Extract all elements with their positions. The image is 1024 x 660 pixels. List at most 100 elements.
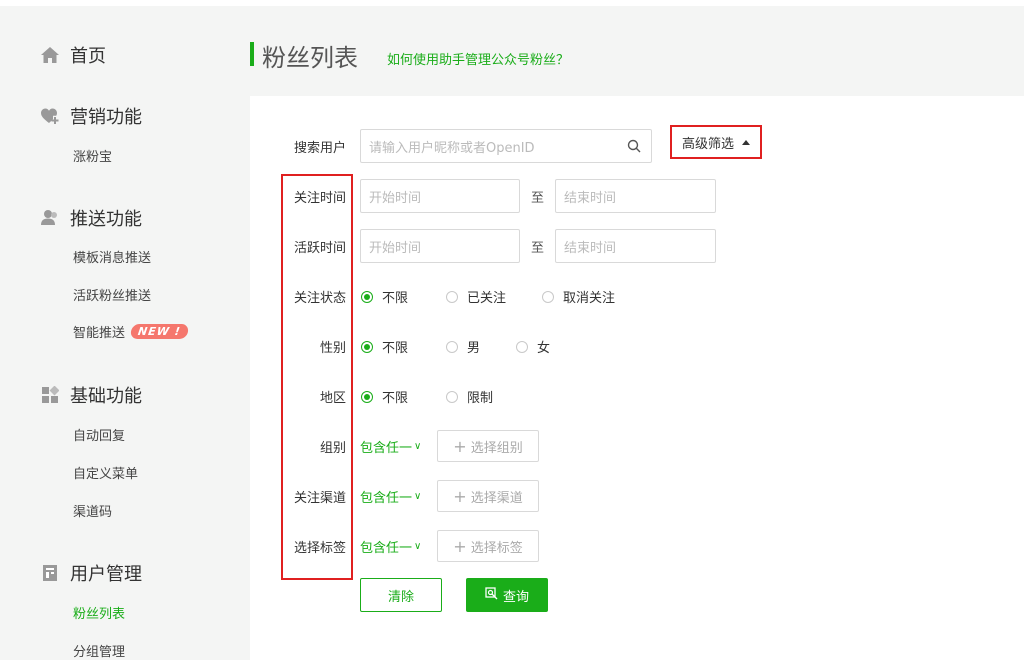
button-label: 选择组别 bbox=[470, 440, 523, 456]
active-time-end-input[interactable]: 结束时间 bbox=[555, 229, 716, 263]
placeholder: 开始时间 bbox=[369, 190, 422, 206]
chevron-down-icon: ∨ bbox=[414, 441, 422, 452]
title-accent-bar bbox=[250, 42, 254, 66]
placeholder: 结束时间 bbox=[564, 240, 617, 256]
radio-dot bbox=[361, 290, 373, 303]
query-button[interactable]: 查询 bbox=[466, 578, 548, 612]
sidebar-item-label: 模板消息推送 bbox=[73, 251, 152, 266]
sidebar-item-fan-boost[interactable]: 涨粉宝 bbox=[73, 146, 112, 165]
gender-label: 性别 bbox=[319, 341, 346, 356]
active-time-label: 活跃时间 bbox=[293, 241, 346, 256]
radio-label: 男 bbox=[467, 341, 481, 356]
home-icon bbox=[40, 45, 60, 65]
sidebar-item-fan-list[interactable]: 粉丝列表 bbox=[73, 603, 125, 622]
search-label: 搜索用户 bbox=[293, 141, 346, 156]
plus-icon: + bbox=[453, 536, 467, 556]
sidebar-item-label: 活跃粉丝推送 bbox=[73, 289, 152, 304]
search-input[interactable]: 请输入用户昵称或者OpenID bbox=[360, 129, 652, 163]
sidebar-item-label: 智能推送 bbox=[73, 326, 126, 341]
radio-label: 不限 bbox=[382, 291, 409, 306]
sidebar-item-active-push[interactable]: 活跃粉丝推送 bbox=[73, 285, 151, 304]
radio-label: 不限 bbox=[382, 341, 409, 356]
select-channel-button[interactable]: + 选择渠道 bbox=[437, 480, 539, 512]
radio-label: 已关注 bbox=[467, 291, 507, 306]
channel-match-dropdown[interactable]: 包含任一 ∨ bbox=[360, 487, 421, 506]
range-separator: 至 bbox=[531, 241, 545, 256]
heart-plus-icon bbox=[40, 106, 60, 126]
tags-match-dropdown[interactable]: 包含任一 ∨ bbox=[360, 537, 421, 556]
clear-button[interactable]: 清除 bbox=[360, 578, 442, 612]
nav-home-label: 首页 bbox=[70, 46, 106, 67]
match-mode: 包含任一 bbox=[360, 541, 413, 556]
sidebar-item-label: 分组管理 bbox=[73, 645, 126, 660]
sidebar-item-label: 涨粉宝 bbox=[73, 150, 113, 165]
sidebar-item-auto-reply[interactable]: 自动回复 bbox=[73, 425, 125, 444]
group-match-dropdown[interactable]: 包含任一 ∨ bbox=[360, 437, 421, 456]
new-badge: NEW ! bbox=[129, 324, 189, 339]
follow-time-end-input[interactable]: 结束时间 bbox=[555, 179, 716, 213]
caret-up-icon bbox=[742, 139, 750, 145]
active-time-start-input[interactable]: 开始时间 bbox=[360, 229, 520, 263]
follow-status-label: 关注状态 bbox=[293, 291, 346, 306]
group-label: 组别 bbox=[319, 441, 346, 456]
placeholder: 开始时间 bbox=[369, 240, 422, 256]
grid-icon bbox=[40, 385, 60, 405]
sidebar-item-label: 自动回复 bbox=[73, 429, 126, 444]
page-title: 粉丝列表 bbox=[262, 44, 358, 72]
sidebar-item-label: 自定义菜单 bbox=[73, 467, 139, 482]
nav-group-push: 推送功能 bbox=[40, 205, 142, 231]
button-label: 选择渠道 bbox=[470, 490, 523, 506]
nav-home[interactable]: 首页 bbox=[40, 42, 106, 68]
sidebar-item-channel-code[interactable]: 渠道码 bbox=[73, 501, 112, 520]
radio-restricted[interactable]: 限制 bbox=[446, 387, 493, 406]
radio-unlimited[interactable]: 不限 bbox=[361, 387, 446, 406]
tags-label: 选择标签 bbox=[293, 541, 346, 556]
radio-dot bbox=[361, 340, 373, 353]
advanced-filter-button[interactable]: 高级筛选 bbox=[670, 125, 762, 159]
radio-dot bbox=[516, 340, 528, 353]
radio-female[interactable]: 女 bbox=[516, 337, 550, 356]
sidebar-item-template-push[interactable]: 模板消息推送 bbox=[73, 247, 151, 266]
match-mode: 包含任一 bbox=[360, 491, 413, 506]
chevron-down-icon: ∨ bbox=[414, 491, 422, 502]
button-label: 选择标签 bbox=[470, 540, 523, 556]
highlight-box bbox=[281, 174, 353, 580]
search-placeholder: 请输入用户昵称或者OpenID bbox=[369, 140, 535, 156]
region-radios: 不限 限制 bbox=[361, 387, 493, 406]
nav-group-label: 营销功能 bbox=[70, 107, 142, 128]
search-icon[interactable] bbox=[627, 139, 641, 153]
nav-group-label: 用户管理 bbox=[70, 564, 142, 585]
radio-dot bbox=[446, 340, 458, 353]
radio-unlimited[interactable]: 不限 bbox=[361, 337, 446, 356]
follow-status-radios: 不限 已关注 取消关注 bbox=[361, 287, 615, 306]
radio-followed[interactable]: 已关注 bbox=[446, 287, 542, 306]
sidebar-item-label: 粉丝列表 bbox=[73, 607, 126, 622]
channel-label: 关注渠道 bbox=[293, 491, 346, 506]
nav-group-label: 推送功能 bbox=[70, 209, 142, 230]
help-link[interactable]: 如何使用助手管理公众号粉丝？ bbox=[387, 49, 569, 68]
radio-unfollowed[interactable]: 取消关注 bbox=[542, 287, 615, 306]
advanced-filter-label: 高级筛选 bbox=[681, 136, 734, 152]
radio-label: 取消关注 bbox=[563, 291, 616, 306]
nav-group-users: 用户管理 bbox=[40, 560, 142, 586]
select-tags-button[interactable]: + 选择标签 bbox=[437, 530, 539, 562]
radio-male[interactable]: 男 bbox=[446, 337, 516, 356]
sidebar: 首页 营销功能 涨粉宝 推送功能 模板消息推送 活跃粉丝推送 智能推送 NEW … bbox=[0, 6, 230, 660]
chevron-down-icon: ∨ bbox=[414, 541, 422, 552]
follow-time-label: 关注时间 bbox=[293, 191, 346, 206]
plus-icon: + bbox=[453, 486, 467, 506]
radio-unlimited[interactable]: 不限 bbox=[361, 287, 446, 306]
radio-label: 限制 bbox=[467, 391, 494, 406]
query-icon bbox=[485, 586, 498, 604]
select-group-button[interactable]: + 选择组别 bbox=[437, 430, 539, 462]
sidebar-item-smart-push[interactable]: 智能推送 NEW ! bbox=[73, 322, 189, 341]
nav-group-basic: 基础功能 bbox=[40, 382, 142, 408]
plus-icon: + bbox=[453, 436, 467, 456]
radio-dot bbox=[361, 390, 373, 403]
gender-radios: 不限 男 女 bbox=[361, 337, 550, 356]
sidebar-item-custom-menu[interactable]: 自定义菜单 bbox=[73, 463, 138, 482]
sidebar-item-group-manage[interactable]: 分组管理 bbox=[73, 641, 125, 660]
radio-dot bbox=[446, 290, 458, 303]
radio-label: 不限 bbox=[382, 391, 409, 406]
follow-time-start-input[interactable]: 开始时间 bbox=[360, 179, 520, 213]
